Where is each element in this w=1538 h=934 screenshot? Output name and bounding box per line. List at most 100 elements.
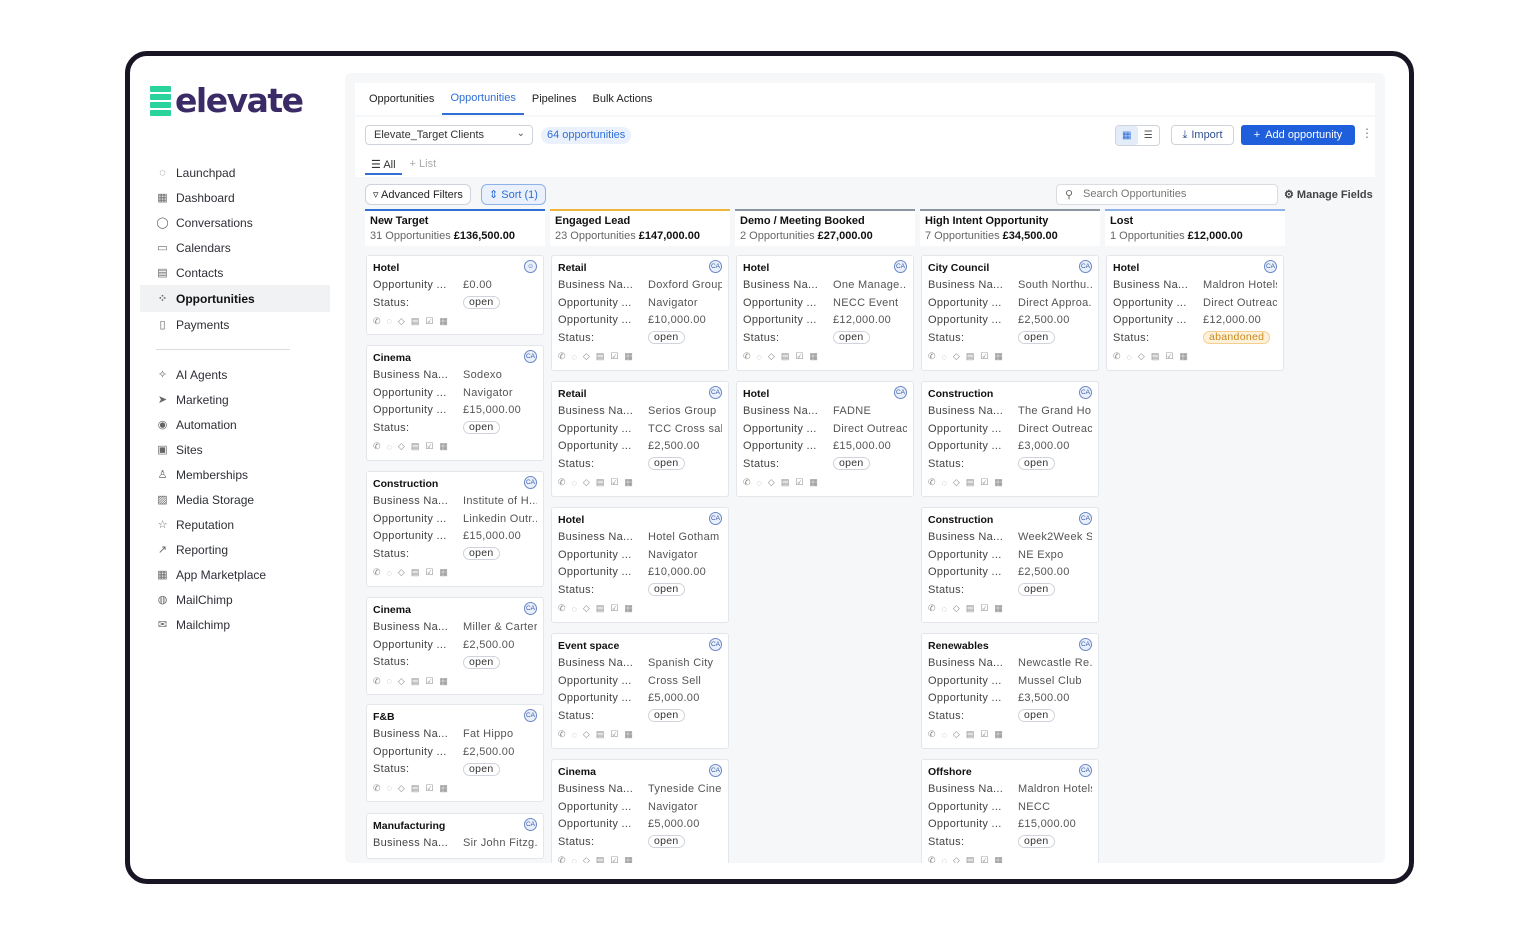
opportunity-card[interactable]: Retail CA Business Na... Serios Group Opport… <box>551 381 729 497</box>
sidebar-item-mailchimp[interactable]: ✉ Mailchimp <box>140 612 330 637</box>
message-icon[interactable]: ◌ <box>942 856 947 863</box>
phone-icon[interactable]: ✆ <box>558 729 566 740</box>
subtab-add-list[interactable]: + List <box>404 155 443 175</box>
phone-icon[interactable]: ✆ <box>373 316 381 327</box>
notes-icon[interactable]: ▤ <box>411 783 420 794</box>
avatar[interactable]: CA <box>709 638 722 651</box>
tag-icon[interactable]: ◇ <box>768 351 775 362</box>
task-icon[interactable]: ☑ <box>610 729 618 740</box>
calendar-icon[interactable]: ▦ <box>994 729 1003 740</box>
sidebar-item-reporting[interactable]: ↗ Reporting <box>140 537 330 562</box>
avatar[interactable]: CA <box>1264 260 1277 273</box>
phone-icon[interactable]: ✆ <box>558 477 566 488</box>
notes-icon[interactable]: ▤ <box>411 441 420 452</box>
sidebar-item-opportunities[interactable]: ⁘ Opportunities <box>140 285 330 312</box>
opportunity-card[interactable]: Manufacturing CA Business Na... Sir John Fi… <box>366 813 544 859</box>
tag-icon[interactable]: ◇ <box>583 729 590 740</box>
phone-icon[interactable]: ✆ <box>558 855 566 863</box>
opportunity-card[interactable]: Retail CA Business Na... Doxford Group Oppor… <box>551 255 729 371</box>
task-icon[interactable]: ☑ <box>980 729 988 740</box>
sidebar-item-contacts[interactable]: ▤ Contacts <box>140 260 330 285</box>
tag-icon[interactable]: ◇ <box>583 477 590 488</box>
opportunity-card[interactable]: Construction CA Business Na... The Grand Ho… <box>921 381 1099 497</box>
tag-icon[interactable]: ◇ <box>583 603 590 614</box>
list-view-icon[interactable]: ☰ <box>1138 126 1160 145</box>
tag-icon[interactable]: ◇ <box>1138 351 1145 362</box>
search-input[interactable]: ⚲ Search Opportunities <box>1056 184 1278 205</box>
message-icon[interactable]: ◌ <box>387 316 392 326</box>
calendar-icon[interactable]: ▦ <box>1179 351 1188 362</box>
calendar-icon[interactable]: ▦ <box>994 351 1003 362</box>
task-icon[interactable]: ☑ <box>795 351 803 362</box>
calendar-icon[interactable]: ▦ <box>809 351 818 362</box>
import-button[interactable]: ⤓ Import <box>1171 125 1234 145</box>
tag-icon[interactable]: ◇ <box>953 603 960 614</box>
opportunity-card[interactable]: Offshore CA Business Na... Maldron Hotels Op… <box>921 759 1099 863</box>
sidebar-item-reputation[interactable]: ☆ Reputation <box>140 512 330 537</box>
message-icon[interactable]: ◌ <box>942 604 947 614</box>
task-icon[interactable]: ☑ <box>795 477 803 488</box>
message-icon[interactable]: ◌ <box>572 856 577 863</box>
task-icon[interactable]: ☑ <box>425 676 433 687</box>
notes-icon[interactable]: ▤ <box>966 603 975 614</box>
notes-icon[interactable]: ▤ <box>966 477 975 488</box>
phone-icon[interactable]: ✆ <box>928 477 936 488</box>
message-icon[interactable]: ◌ <box>572 478 577 488</box>
add-opportunity-button[interactable]: + Add opportunity <box>1241 125 1355 145</box>
tag-icon[interactable]: ◇ <box>583 351 590 362</box>
sidebar-item-marketing[interactable]: ➤ Marketing <box>140 387 330 412</box>
elevate-logo[interactable]: elevate <box>150 84 304 117</box>
phone-icon[interactable]: ✆ <box>373 441 381 452</box>
sidebar-item-launchpad[interactable]: ◌ Launchpad <box>140 160 330 185</box>
opportunity-card[interactable]: Hotel CA Business Na... Hotel Gotham Opportu… <box>551 507 729 623</box>
tag-icon[interactable]: ◇ <box>768 477 775 488</box>
task-icon[interactable]: ☑ <box>425 783 433 794</box>
task-icon[interactable]: ☑ <box>980 603 988 614</box>
message-icon[interactable]: ◌ <box>757 478 762 488</box>
message-icon[interactable]: ◌ <box>942 352 947 362</box>
task-icon[interactable]: ☑ <box>610 855 618 863</box>
message-icon[interactable]: ◌ <box>572 604 577 614</box>
message-icon[interactable]: ◌ <box>572 730 577 740</box>
notes-icon[interactable]: ▤ <box>966 855 975 863</box>
avatar[interactable]: CA <box>1079 386 1092 399</box>
more-options-icon[interactable]: ⋮ <box>1361 126 1373 140</box>
notes-icon[interactable]: ▤ <box>1151 351 1160 362</box>
message-icon[interactable]: ◌ <box>387 568 392 578</box>
opportunity-card[interactable]: Hotel CA Business Na... Maldron Hotels Oppor… <box>1106 255 1284 371</box>
notes-icon[interactable]: ▤ <box>596 477 605 488</box>
task-icon[interactable]: ☑ <box>1165 351 1173 362</box>
avatar[interactable]: CA <box>894 386 907 399</box>
calendar-icon[interactable]: ▦ <box>994 477 1003 488</box>
message-icon[interactable]: ◌ <box>387 783 392 793</box>
message-icon[interactable]: ◌ <box>572 352 577 362</box>
sidebar-item-payments[interactable]: ▯ Payments <box>140 312 330 337</box>
tag-icon[interactable]: ◇ <box>398 567 405 578</box>
calendar-icon[interactable]: ▦ <box>624 351 633 362</box>
notes-icon[interactable]: ▤ <box>966 729 975 740</box>
opportunity-card[interactable]: Cinema CA Business Na... Miller & Carter Opp… <box>366 597 544 696</box>
tag-icon[interactable]: ◇ <box>953 729 960 740</box>
message-icon[interactable]: ◌ <box>757 352 762 362</box>
calendar-icon[interactable]: ▦ <box>624 855 633 863</box>
notes-icon[interactable]: ▤ <box>411 567 420 578</box>
calendar-icon[interactable]: ▦ <box>439 676 448 687</box>
sidebar-item-automation[interactable]: ◉ Automation <box>140 412 330 437</box>
tab-opportunities[interactable]: Opportunities <box>442 83 524 115</box>
task-icon[interactable]: ☑ <box>425 441 433 452</box>
task-icon[interactable]: ☑ <box>425 567 433 578</box>
notes-icon[interactable]: ▤ <box>781 477 790 488</box>
avatar[interactable]: CA <box>709 260 722 273</box>
avatar[interactable]: CA <box>1079 512 1092 525</box>
notes-icon[interactable]: ▤ <box>411 316 420 327</box>
notes-icon[interactable]: ▤ <box>966 351 975 362</box>
calendar-icon[interactable]: ▦ <box>439 567 448 578</box>
opportunity-card[interactable]: Hotel CA Business Na... One Manage... Opport… <box>736 255 914 371</box>
message-icon[interactable]: ◌ <box>1127 352 1132 362</box>
tag-icon[interactable]: ◇ <box>398 316 405 327</box>
unassigned-avatar-icon[interactable]: ☺ <box>524 260 537 273</box>
tag-icon[interactable]: ◇ <box>953 855 960 863</box>
calendar-icon[interactable]: ▦ <box>439 441 448 452</box>
task-icon[interactable]: ☑ <box>980 351 988 362</box>
notes-icon[interactable]: ▤ <box>596 351 605 362</box>
